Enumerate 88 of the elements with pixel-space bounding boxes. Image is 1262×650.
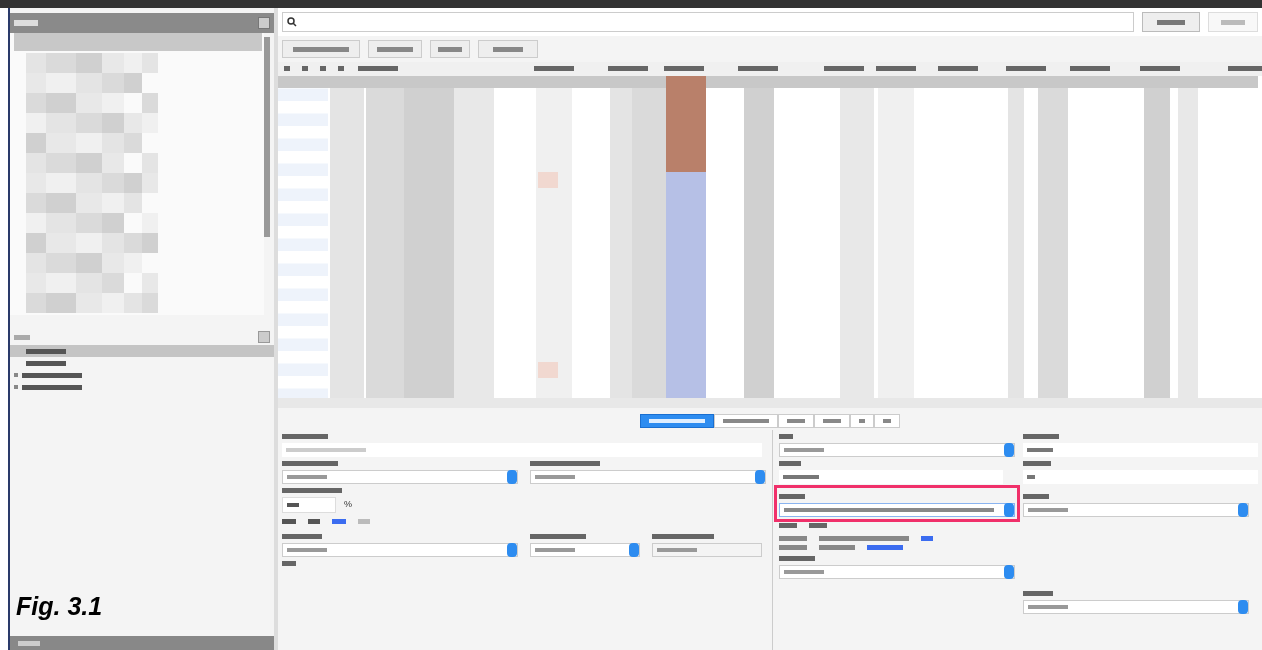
text-field[interactable] xyxy=(282,443,762,457)
blurred-label xyxy=(282,519,296,524)
blurred-label xyxy=(1023,434,1059,439)
blurred-label xyxy=(819,545,855,550)
toolbar-button[interactable] xyxy=(282,40,360,58)
spinner-icon[interactable] xyxy=(1238,503,1248,517)
select-field[interactable] xyxy=(652,543,762,557)
spinner-icon[interactable] xyxy=(1238,600,1248,614)
blurred-label xyxy=(1023,494,1049,499)
blurred-label xyxy=(1157,19,1185,25)
toolbar-button[interactable] xyxy=(430,40,470,58)
spinner-icon[interactable] xyxy=(1004,443,1014,457)
blurred-label xyxy=(22,384,82,390)
unit-label: % xyxy=(344,498,352,512)
tab[interactable] xyxy=(640,414,714,428)
number-field[interactable] xyxy=(282,497,336,513)
toolbar-button[interactable] xyxy=(368,40,422,58)
spinner-icon[interactable] xyxy=(507,543,517,557)
blurred-label xyxy=(779,536,807,541)
blurred-label xyxy=(784,570,824,574)
select-field[interactable] xyxy=(282,543,518,557)
tree-item[interactable] xyxy=(10,345,274,357)
select-field[interactable] xyxy=(779,503,1015,517)
blurred-label xyxy=(1027,475,1035,479)
blurred-label xyxy=(1023,591,1053,596)
search-icon xyxy=(287,17,297,27)
blurred-label xyxy=(282,534,322,539)
blurred-label xyxy=(358,519,370,524)
blurred-label xyxy=(784,448,824,452)
blurred-label xyxy=(779,545,807,550)
select-field[interactable] xyxy=(530,470,766,484)
filter-icon[interactable] xyxy=(258,17,270,29)
blurred-label xyxy=(1027,448,1053,452)
select-field[interactable] xyxy=(1023,503,1249,517)
select-field[interactable] xyxy=(530,543,640,557)
blurred-label xyxy=(779,494,805,499)
blurred-label xyxy=(530,461,600,466)
blurred-label xyxy=(1221,19,1245,25)
select-field[interactable] xyxy=(1023,600,1249,614)
spinner-icon[interactable] xyxy=(755,470,765,484)
blurred-label xyxy=(530,534,586,539)
blurred-label xyxy=(14,334,30,340)
blurred-label xyxy=(26,348,66,354)
blurred-label xyxy=(535,548,575,552)
dropdown-button[interactable] xyxy=(478,40,538,58)
blurred-label xyxy=(377,46,413,52)
blurred-label xyxy=(783,475,819,479)
dropdown-button[interactable] xyxy=(1208,12,1258,32)
blurred-label xyxy=(652,534,714,539)
blurred-label xyxy=(535,475,575,479)
blurred-label xyxy=(287,503,299,507)
blurred-label xyxy=(809,523,827,528)
blurred-label xyxy=(293,46,349,52)
blurred-label xyxy=(779,556,815,561)
search-field[interactable] xyxy=(282,12,1134,32)
blurred-label xyxy=(657,548,697,552)
spinner-icon[interactable] xyxy=(1004,565,1014,579)
select-field[interactable] xyxy=(779,443,1015,457)
blurred-label xyxy=(287,475,327,479)
spinner-icon[interactable] xyxy=(629,543,639,557)
text-field[interactable] xyxy=(779,470,1003,484)
spinner-icon[interactable] xyxy=(507,470,517,484)
blurred-label xyxy=(779,523,797,528)
blurred-label xyxy=(282,461,338,466)
blurred-label xyxy=(438,46,462,52)
blurred-label xyxy=(282,488,342,493)
text-field[interactable] xyxy=(1023,443,1258,457)
blurred-label xyxy=(1028,605,1068,609)
spinner-icon[interactable] xyxy=(1004,503,1014,517)
blurred-label xyxy=(26,360,66,366)
filter-icon[interactable] xyxy=(258,331,270,343)
figure-caption: Fig. 3.1 xyxy=(16,591,103,622)
dropdown-button[interactable] xyxy=(1142,12,1200,32)
blurred-label xyxy=(493,46,523,52)
select-field[interactable] xyxy=(779,565,1015,579)
blurred-label xyxy=(18,640,40,646)
blurred-label xyxy=(282,561,296,566)
blurred-label xyxy=(287,548,327,552)
text-field[interactable] xyxy=(1023,470,1258,484)
blurred-label xyxy=(22,372,82,378)
blurred-label xyxy=(282,434,328,439)
blurred-label xyxy=(779,461,801,466)
blurred-label xyxy=(779,434,793,439)
blurred-label xyxy=(14,20,38,26)
blurred-label xyxy=(1028,508,1068,512)
select-field[interactable] xyxy=(282,470,518,484)
blurred-label xyxy=(308,519,320,524)
blurred-label xyxy=(1023,461,1051,466)
